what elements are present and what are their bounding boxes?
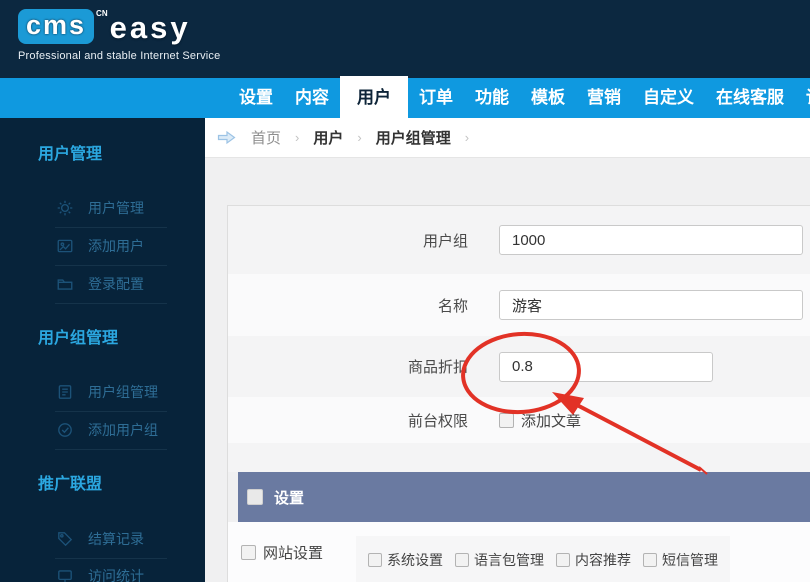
nav-tab-settings[interactable]: 设置	[228, 78, 284, 118]
frontend-permission-label: 前台权限	[228, 410, 468, 431]
discount-input[interactable]	[499, 352, 713, 382]
monitor-icon	[55, 566, 75, 582]
discount-field-label: 商品折扣	[228, 356, 468, 377]
sidebar-section-usergroup-management: 用户组管理	[38, 331, 205, 347]
tag-icon	[55, 529, 75, 549]
sidebar-item-label: 用户管理	[88, 198, 144, 218]
content-recommend-checkbox[interactable]	[556, 553, 570, 567]
system-settings-checkbox[interactable]	[368, 553, 382, 567]
sidebar-item-login-config[interactable]: 登录配置	[55, 273, 205, 295]
nav-tab-online-service[interactable]: 在线客服	[705, 78, 795, 118]
option-system-settings: 系统设置	[368, 550, 443, 570]
sidebar-item-label: 登录配置	[88, 274, 144, 294]
sidebar-section-affiliate: 推广联盟	[38, 477, 205, 493]
usergroup-edit-form: 用户组 名称 商品折扣 前台权限 添加文章 设置 网站设置	[227, 205, 810, 582]
logo-tagline: Professional and stable Internet Service	[18, 50, 220, 62]
nav-tab-content[interactable]: 内容	[284, 78, 340, 118]
nav-tab-orders[interactable]: 订单	[408, 78, 464, 118]
picture-icon	[55, 236, 75, 256]
sms-management-label: 短信管理	[662, 550, 718, 570]
sidebar-item-add-usergroup[interactable]: 添加用户组	[55, 419, 205, 441]
language-pack-label: 语言包管理	[474, 550, 544, 570]
add-article-checkbox[interactable]	[499, 413, 514, 428]
cmseasy-logo[interactable]: cms CN easy Professional and stable Inte…	[18, 9, 220, 62]
nav-tab-custom[interactable]: 自定义	[632, 78, 705, 118]
gear-icon	[55, 198, 75, 218]
usergroup-field-label: 用户组	[228, 230, 468, 251]
breadcrumb-usergroup-management[interactable]: 用户组管理	[376, 127, 451, 148]
logo-cms-box: cms	[18, 9, 94, 44]
cmseasy-admin-page: cms CN easy Professional and stable Inte…	[0, 0, 810, 582]
sidebar-item-visit-stats[interactable]: 访问统计	[55, 565, 205, 582]
sms-management-checkbox[interactable]	[643, 553, 657, 567]
breadcrumb-users[interactable]: 用户	[313, 127, 343, 148]
sidebar-item-label: 访问统计	[88, 566, 144, 582]
nav-tab-users[interactable]: 用户	[340, 76, 408, 118]
logo-easy-text: easy	[110, 9, 191, 43]
folder-icon	[55, 274, 75, 294]
breadcrumb-home[interactable]: 首页	[251, 127, 281, 148]
sidebar-section-user-management: 用户管理	[38, 118, 205, 163]
sidebar-item-label: 添加用户	[88, 236, 144, 256]
sidebar: 用户管理 用户管理 添加用户	[0, 118, 205, 582]
breadcrumb-separator: ›	[465, 130, 469, 145]
option-content-recommend: 内容推荐	[556, 550, 631, 570]
usergroup-input[interactable]	[499, 225, 803, 255]
website-settings-label: 网站设置	[263, 542, 323, 563]
website-settings-checkbox[interactable]	[241, 545, 256, 560]
breadcrumb-arrow-icon	[216, 129, 237, 146]
website-settings-options: 系统设置 语言包管理 内容推荐 短信管理	[356, 536, 730, 582]
breadcrumb-separator: ›	[295, 130, 299, 145]
settings-select-all-checkbox[interactable]	[247, 489, 263, 505]
option-sms-management: 短信管理	[643, 550, 718, 570]
form-row-discount: 商品折扣	[228, 336, 810, 397]
form-row-usergroup: 用户组	[228, 206, 810, 274]
nav-tab-marketing[interactable]: 营销	[576, 78, 632, 118]
name-input[interactable]	[499, 290, 803, 320]
add-article-checkbox-label: 添加文章	[521, 410, 581, 431]
sidebar-item-settlement-records[interactable]: 结算记录	[55, 528, 205, 550]
nav-tab-templates[interactable]: 模板	[520, 78, 576, 118]
form-row-frontend-permission: 前台权限 添加文章	[228, 397, 810, 443]
nav-tab-forum[interactable]: 论坛	[795, 78, 810, 118]
sidebar-item-add-user[interactable]: 添加用户	[55, 235, 205, 257]
sidebar-item-usergroup-management[interactable]: 用户组管理	[55, 381, 205, 403]
logo-cn-superscript: CN	[96, 9, 108, 18]
sidebar-item-label: 添加用户组	[88, 420, 158, 440]
option-language-pack: 语言包管理	[455, 550, 544, 570]
top-header: cms CN easy Professional and stable Inte…	[0, 0, 810, 78]
check-circle-icon	[55, 420, 75, 440]
system-settings-label: 系统设置	[387, 550, 443, 570]
settings-section-title: 设置	[274, 487, 304, 508]
form-row-name: 名称	[228, 274, 810, 336]
sidebar-item-user-management[interactable]: 用户管理	[55, 197, 205, 219]
content-recommend-label: 内容推荐	[575, 550, 631, 570]
file-icon	[55, 382, 75, 402]
nav-tab-features[interactable]: 功能	[464, 78, 520, 118]
breadcrumb: 首页 › 用户 › 用户组管理 ›	[205, 118, 810, 158]
settings-section-bar: 设置	[238, 472, 810, 522]
language-pack-checkbox[interactable]	[455, 553, 469, 567]
form-spacer	[228, 443, 810, 472]
main-navbar: 设置 内容 用户 订单 功能 模板 营销 自定义 在线客服 论坛	[0, 78, 810, 118]
website-settings-row: 网站设置 系统设置 语言包管理 内容推荐 短信管理	[228, 522, 810, 582]
name-field-label: 名称	[228, 295, 468, 316]
sidebar-item-label: 结算记录	[88, 529, 144, 549]
sidebar-item-label: 用户组管理	[88, 382, 158, 402]
breadcrumb-separator: ›	[357, 130, 361, 145]
